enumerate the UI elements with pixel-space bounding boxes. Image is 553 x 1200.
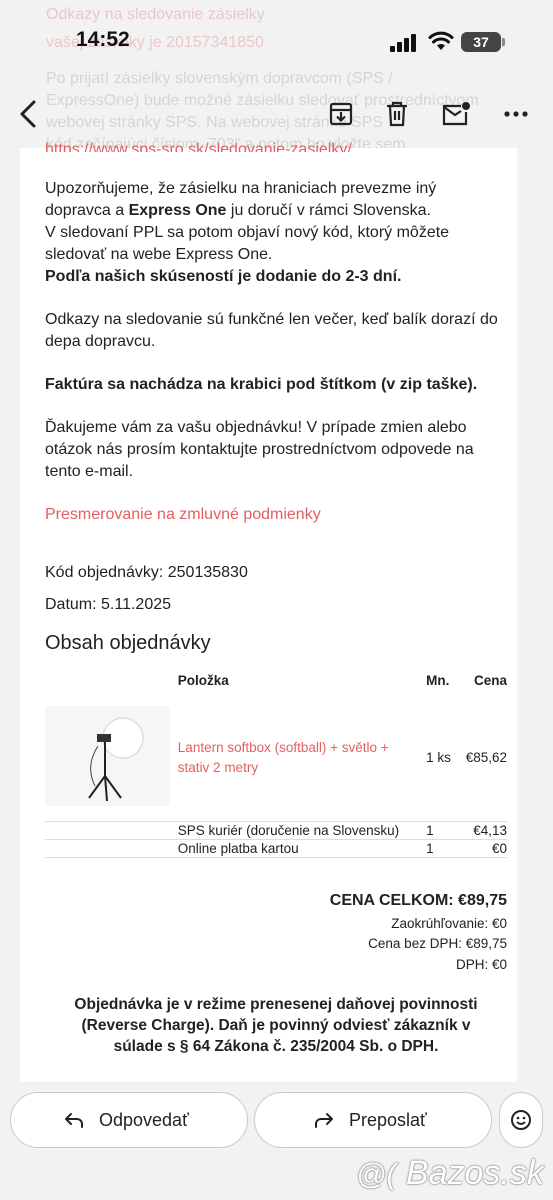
shipping-item: SPS kuriér (doručenie na Slovensku) [177,821,427,840]
forward-icon [315,1113,333,1128]
col-qty: Mn. [426,673,450,688]
emoji-button[interactable] [499,1092,543,1148]
back-button[interactable] [8,94,48,134]
tracking-note: Odkazy na sledovanie sú funkčné len veče… [45,311,498,350]
price-no-vat: Cena bez DPH: €89,75 [368,936,507,951]
table-row: Online platba kartou 1 €0 [45,839,507,858]
order-code: Kód objednávky: 250135830 [45,564,248,581]
signal-icon [390,34,418,52]
wifi-icon [428,31,454,50]
status-time: 14:52 [76,28,130,51]
shipping-text: Upozorňujeme, že zásielku na hraniciach … [45,180,437,197]
shipping-text: V sledovaní PPL sa potom objaví nový kód… [45,224,450,241]
mark-unread-button[interactable] [436,94,476,134]
delete-icon [387,101,407,127]
table-header-row: Položka Mn. Cena [45,667,507,695]
watermark-text: Bazos.sk [405,1154,544,1192]
back-icon [20,100,36,128]
vat: DPH: €0 [455,957,507,972]
product-qty: 1 ks [426,695,466,822]
archive-button[interactable] [321,94,361,134]
carrier-name: Express One [128,202,227,219]
payment-qty: 1 [426,839,466,858]
order-table: Položka Mn. Cena Lantern softbox (softba… [45,667,507,858]
shipping-price: €4,13 [465,821,507,840]
bottom-actions: Odpovedať Preposlať @( Bazos.sk [0,1082,553,1200]
shipping-paragraph: Upozorňujeme, že zásielku na hraniciach … [45,178,507,288]
tracking-link[interactable]: https://www.sps-sro.sk/sledovanie-zasiel… [45,140,505,152]
more-button[interactable] [496,94,536,134]
rounding: Zaokrúhľovanie: €0 [391,916,507,931]
col-price: Cena [473,673,507,688]
invoice-note: Faktúra sa nachádza na krabici pod štítk… [45,376,478,393]
product-image [45,695,178,822]
col-item: Položka [177,673,229,688]
payment-item: Online platba kartou [177,839,427,858]
delivery-estimate: Podľa našich skúseností je dodanie do 2-… [45,268,402,285]
order-date: Datum: 5.11.2025 [45,596,172,613]
shipping-text: sledovať na webe Express One. [45,246,273,263]
email-content: Upozorňujeme, že zásielku na hraniciach … [45,178,507,656]
status-bar: 14:52 37 [0,22,553,62]
delete-button[interactable] [377,94,417,134]
softbox-image [45,706,170,807]
grand-total: CENA CELKOM: €89,75 [329,892,507,909]
archive-icon [329,102,353,126]
product-price: €85,62 [465,695,507,822]
forward-button[interactable]: Preposlať [254,1092,492,1148]
email-toolbar [0,80,553,148]
shipping-text: ju doručí v rámci Slovenska. [226,202,431,219]
mark-unread-icon [442,102,470,126]
reverse-charge-notice: Objednávka je v režime prenesenej daňove… [74,996,478,1055]
payment-price: €0 [465,839,507,858]
table-row: SPS kuriér (doručenie na Slovensku) 1 €4… [45,821,507,840]
forward-label: Preposlať [349,1109,427,1130]
more-icon [504,111,528,117]
shipping-qty: 1 [426,821,466,840]
thanks-paragraph: Ďakujeme vám za vašu objednávku! V prípa… [45,419,474,480]
emoji-icon [511,1110,531,1130]
battery-level: 37 [473,34,489,50]
table-row: Lantern softbox (softball) + světlo + st… [45,695,507,822]
reply-icon [65,1113,83,1128]
battery-icon: 37 [461,32,505,52]
order-table-wrap: Položka Mn. Cena Lantern softbox (softba… [45,667,507,858]
watermark-glyph: @( [356,1158,397,1191]
reply-button[interactable]: Odpovedať [10,1092,248,1148]
reply-label: Odpovedať [99,1109,189,1130]
terms-link[interactable]: Presmerovanie na zmluvné podmienky [45,504,507,526]
order-contents-title: Obsah objednávky [45,632,211,654]
shipping-text: dopravca a [45,202,129,219]
watermark: @( Bazos.sk [356,1154,544,1193]
product-name[interactable]: Lantern softbox (softball) + světlo + st… [177,695,427,822]
